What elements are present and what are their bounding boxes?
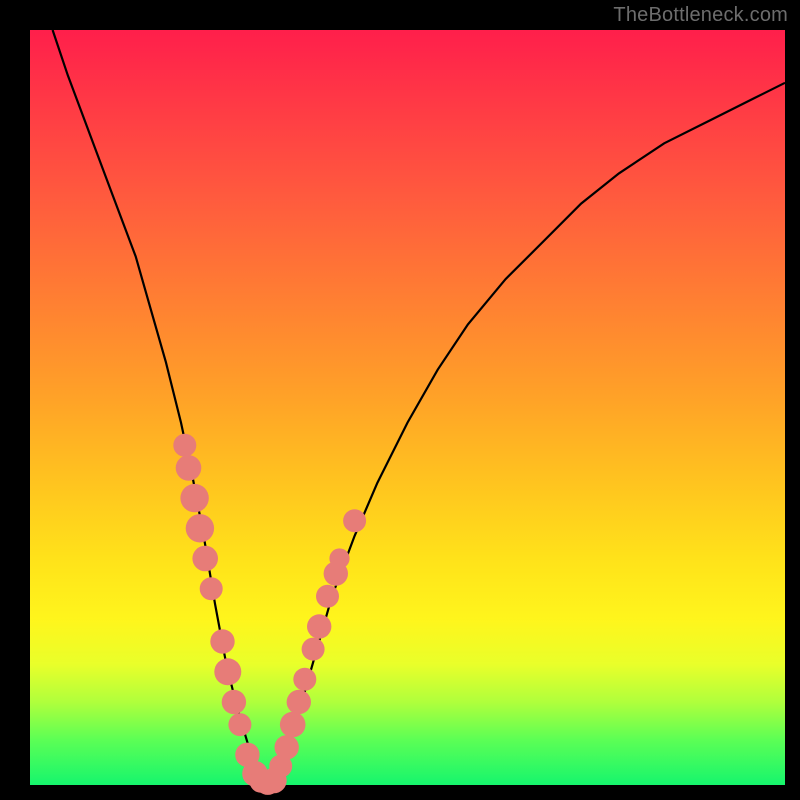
scatter-dot xyxy=(200,577,223,600)
scatter-dot xyxy=(192,546,218,572)
scatter-dot xyxy=(302,638,325,661)
scatter-dot xyxy=(287,690,311,714)
scatter-dot xyxy=(275,735,299,759)
scatter-dot xyxy=(228,713,251,736)
watermark-text: TheBottleneck.com xyxy=(613,4,788,27)
curve-svg xyxy=(30,30,785,785)
bottleneck-curve xyxy=(53,30,785,785)
scatter-dot xyxy=(280,712,306,738)
scatter-dot xyxy=(186,514,214,542)
scatter-dot xyxy=(329,548,349,568)
plot-area xyxy=(30,30,785,785)
scatter-dot xyxy=(343,509,366,532)
scatter-dot xyxy=(180,484,208,512)
scatter-dot xyxy=(307,614,331,638)
scatter-dot xyxy=(214,658,241,685)
scatter-dot xyxy=(222,690,246,714)
scatter-dot xyxy=(173,434,196,457)
scatter-dot xyxy=(210,629,234,653)
scatter-dots xyxy=(173,434,366,795)
scatter-dot xyxy=(316,585,339,608)
chart-stage: TheBottleneck.com xyxy=(0,0,800,800)
scatter-dot xyxy=(176,455,202,481)
scatter-dot xyxy=(293,668,316,691)
